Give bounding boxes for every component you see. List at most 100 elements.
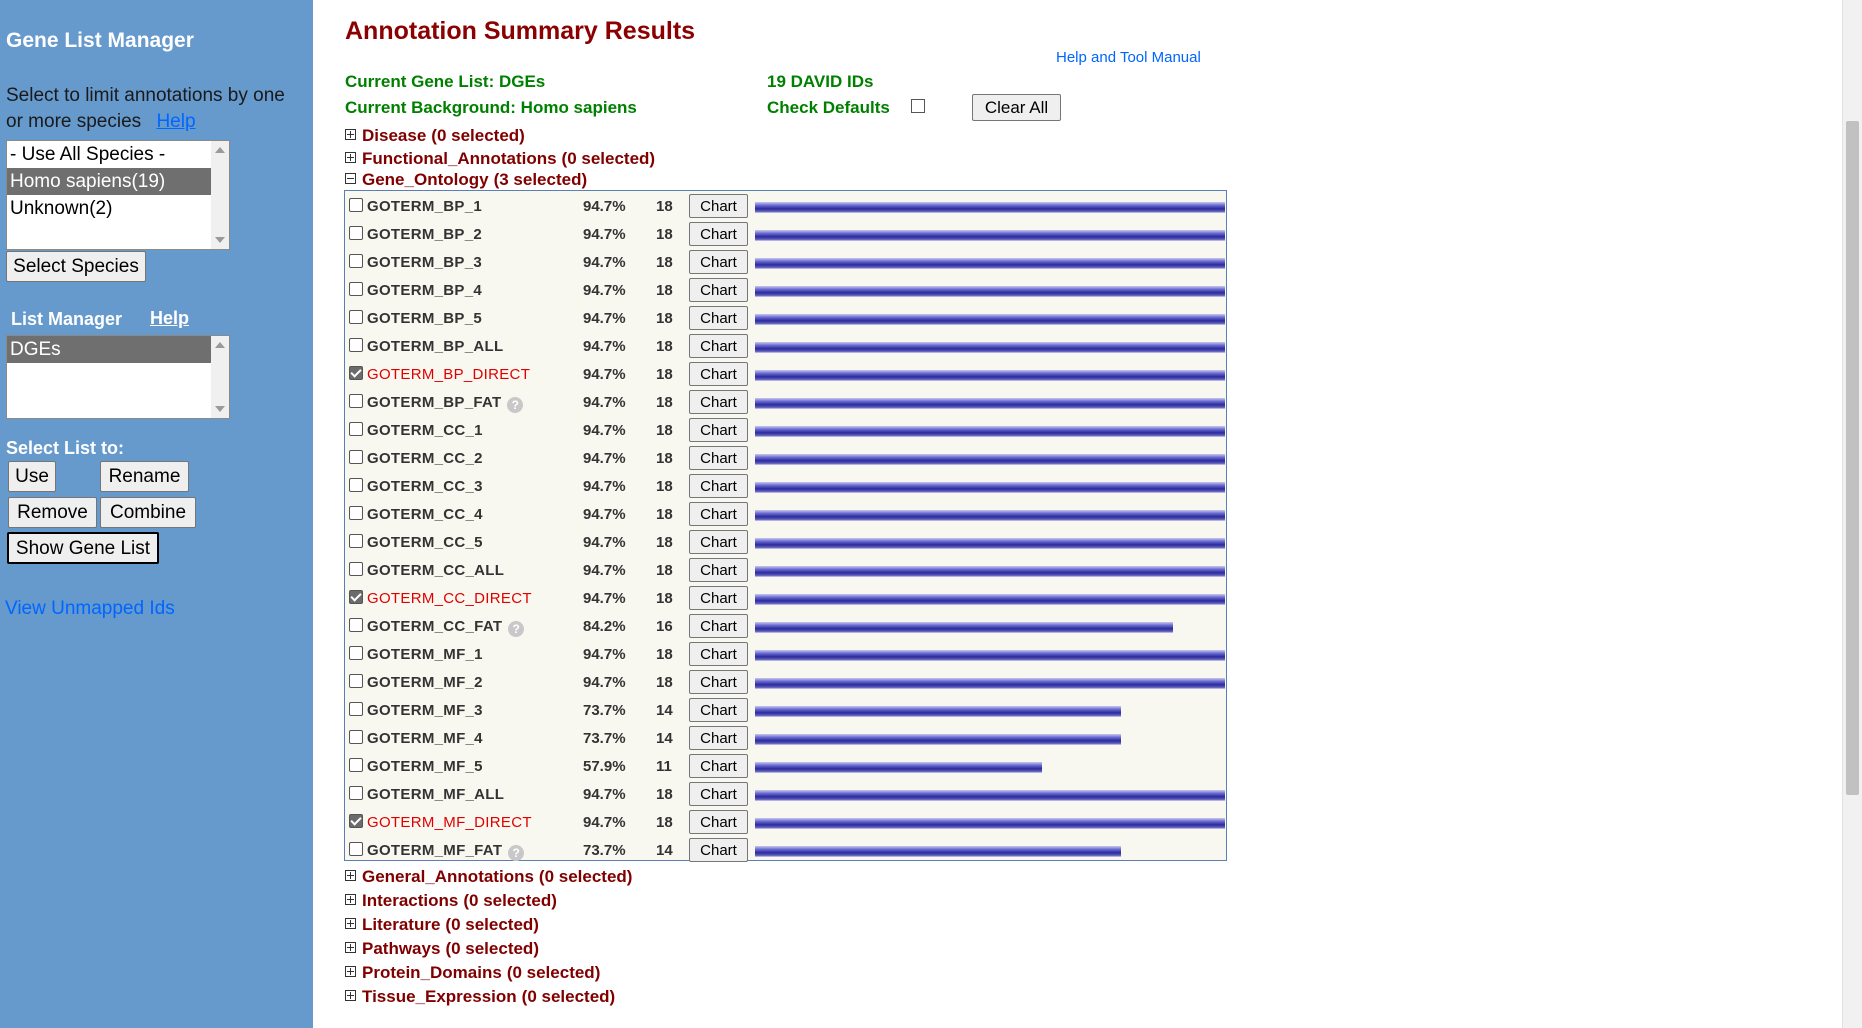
- expand-icon[interactable]: [345, 918, 356, 930]
- help-question-icon[interactable]: ?: [508, 621, 525, 637]
- chart-button[interactable]: Chart: [689, 502, 748, 526]
- rename-button[interactable]: Rename: [100, 461, 189, 492]
- go-term-checkbox[interactable]: [349, 534, 363, 548]
- view-unmapped-ids-link[interactable]: View Unmapped Ids: [5, 598, 175, 620]
- select-species-button[interactable]: Select Species: [6, 251, 146, 282]
- page-scrollbar[interactable]: [1842, 0, 1862, 1028]
- expand-icon[interactable]: [345, 152, 356, 164]
- species-help-link[interactable]: Help: [156, 111, 195, 132]
- go-term-checkbox[interactable]: [349, 366, 363, 380]
- expand-icon[interactable]: [345, 894, 356, 906]
- clear-all-button[interactable]: Clear All: [972, 94, 1061, 121]
- species-option[interactable]: - Use All Species -: [7, 141, 211, 168]
- chart-button[interactable]: Chart: [689, 306, 748, 330]
- combine-button[interactable]: Combine: [100, 497, 196, 528]
- chart-button[interactable]: Chart: [689, 278, 748, 302]
- category-tissue-expression[interactable]: Tissue_Expression (0 selected): [345, 987, 615, 1007]
- show-gene-list-button[interactable]: Show Gene List: [7, 532, 159, 564]
- expand-icon[interactable]: [345, 990, 356, 1002]
- category-interactions[interactable]: Interactions (0 selected): [345, 891, 557, 911]
- chart-button[interactable]: Chart: [689, 530, 748, 554]
- go-term-checkbox[interactable]: [349, 450, 363, 464]
- go-term-checkbox[interactable]: [349, 338, 363, 352]
- category-functional-annotations[interactable]: Functional_Annotations (0 selected): [345, 149, 655, 169]
- category-name[interactable]: Tissue_Expression: [362, 987, 517, 1006]
- category-protein-domains[interactable]: Protein_Domains (0 selected): [345, 963, 600, 983]
- remove-button[interactable]: Remove: [8, 497, 97, 528]
- category-gene-ontology[interactable]: Gene_Ontology (3 selected): [345, 170, 587, 190]
- chart-button[interactable]: Chart: [689, 250, 748, 274]
- species-option[interactable]: Unknown(2): [7, 195, 211, 222]
- chart-button[interactable]: Chart: [689, 810, 748, 834]
- chart-button[interactable]: Chart: [689, 362, 748, 386]
- expand-icon[interactable]: [345, 870, 356, 882]
- go-term-checkbox[interactable]: [349, 702, 363, 716]
- category-pathways[interactable]: Pathways (0 selected): [345, 939, 539, 959]
- gene-listbox-scrollbar[interactable]: [211, 336, 229, 418]
- go-term-checkbox[interactable]: [349, 786, 363, 800]
- go-term-checkbox[interactable]: [349, 590, 363, 604]
- list-manager-help-link[interactable]: Help: [150, 308, 189, 329]
- help-manual-link[interactable]: Help and Tool Manual: [1056, 49, 1201, 66]
- go-term-checkbox[interactable]: [349, 282, 363, 296]
- category-name[interactable]: Literature: [362, 915, 440, 934]
- go-term-checkbox[interactable]: [349, 310, 363, 324]
- go-term-checkbox[interactable]: [349, 674, 363, 688]
- category-name[interactable]: Pathways: [362, 939, 440, 958]
- go-term-checkbox[interactable]: [349, 394, 363, 408]
- chart-button[interactable]: Chart: [689, 558, 748, 582]
- help-question-icon[interactable]: ?: [508, 845, 525, 861]
- go-term-checkbox[interactable]: [349, 422, 363, 436]
- species-option[interactable]: Homo sapiens(19): [7, 168, 211, 195]
- go-term-checkbox[interactable]: [349, 758, 363, 772]
- gene-list-option[interactable]: DGEs: [7, 336, 211, 363]
- category-literature[interactable]: Literature (0 selected): [345, 915, 539, 935]
- go-term-checkbox[interactable]: [349, 478, 363, 492]
- category-disease[interactable]: Disease (0 selected): [345, 126, 525, 146]
- chart-button[interactable]: Chart: [689, 390, 748, 414]
- chart-button[interactable]: Chart: [689, 726, 748, 750]
- chart-button[interactable]: Chart: [689, 194, 748, 218]
- chart-button[interactable]: Chart: [689, 782, 748, 806]
- go-term-checkbox[interactable]: [349, 254, 363, 268]
- species-listbox[interactable]: - Use All Species - Homo sapiens(19) Unkno…: [6, 140, 230, 250]
- species-listbox-scrollbar[interactable]: [211, 141, 229, 249]
- go-term-checkbox[interactable]: [349, 646, 363, 660]
- gene-listbox[interactable]: DGEs: [6, 335, 230, 419]
- go-term-checkbox[interactable]: [349, 562, 363, 576]
- go-term-checkbox[interactable]: [349, 226, 363, 240]
- check-defaults-checkbox[interactable]: [911, 99, 925, 113]
- chart-button[interactable]: Chart: [689, 670, 748, 694]
- expand-icon[interactable]: [345, 966, 356, 978]
- collapse-icon[interactable]: [345, 173, 356, 185]
- help-question-icon[interactable]: ?: [507, 397, 524, 413]
- chart-button[interactable]: Chart: [689, 418, 748, 442]
- go-term-checkbox[interactable]: [349, 730, 363, 744]
- use-button[interactable]: Use: [8, 461, 56, 492]
- chart-button[interactable]: Chart: [689, 474, 748, 498]
- go-term-checkbox[interactable]: [349, 814, 363, 828]
- category-general-annotations[interactable]: General_Annotations (0 selected): [345, 867, 632, 887]
- category-name[interactable]: Gene_Ontology: [362, 170, 489, 189]
- go-term-checkbox[interactable]: [349, 842, 363, 856]
- expand-icon[interactable]: [345, 942, 356, 954]
- expand-icon[interactable]: [345, 129, 356, 141]
- chart-button[interactable]: Chart: [689, 334, 748, 358]
- chart-button[interactable]: Chart: [689, 838, 748, 862]
- go-term-checkbox[interactable]: [349, 198, 363, 212]
- chart-button[interactable]: Chart: [689, 586, 748, 610]
- category-name[interactable]: Protein_Domains: [362, 963, 502, 982]
- category-name[interactable]: Functional_Annotations: [362, 149, 557, 168]
- page-scrollbar-thumb[interactable]: [1846, 121, 1859, 795]
- category-name[interactable]: Disease: [362, 126, 426, 145]
- chart-button[interactable]: Chart: [689, 222, 748, 246]
- chart-button[interactable]: Chart: [689, 614, 748, 638]
- chart-button[interactable]: Chart: [689, 698, 748, 722]
- chart-button[interactable]: Chart: [689, 642, 748, 666]
- category-name[interactable]: General_Annotations: [362, 867, 534, 886]
- chart-button[interactable]: Chart: [689, 754, 748, 778]
- go-term-checkbox[interactable]: [349, 618, 363, 632]
- chart-button[interactable]: Chart: [689, 446, 748, 470]
- category-name[interactable]: Interactions: [362, 891, 458, 910]
- go-term-checkbox[interactable]: [349, 506, 363, 520]
